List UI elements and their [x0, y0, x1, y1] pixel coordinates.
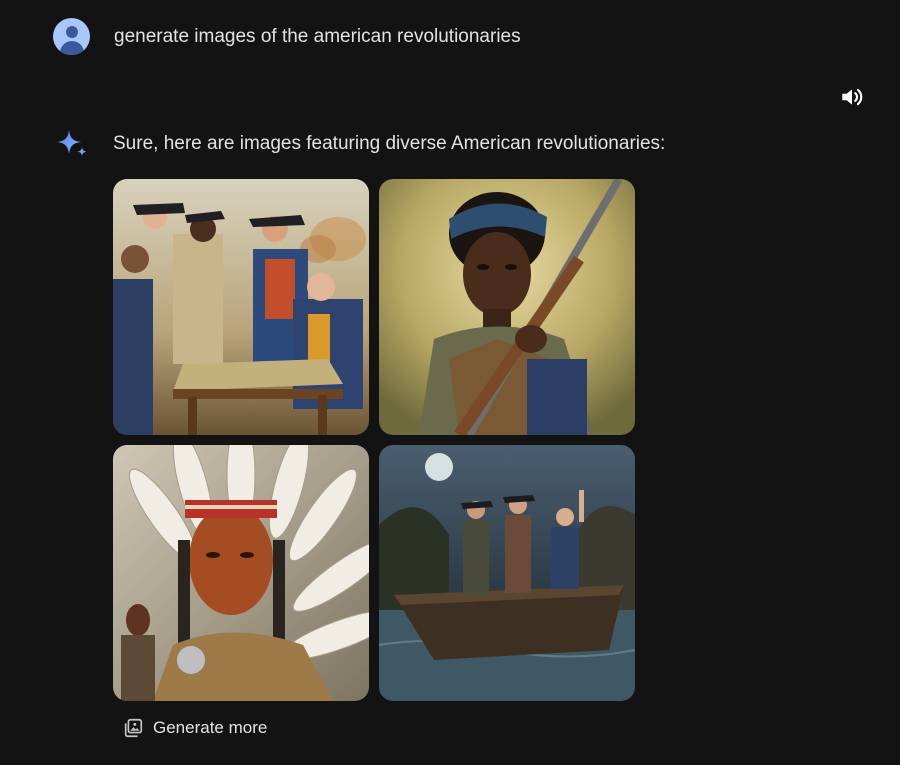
image-stack-icon: [124, 718, 143, 738]
generate-more-button[interactable]: Generate more: [122, 717, 267, 739]
user-message: generate images of the american revoluti…: [53, 18, 521, 55]
image-grid: [113, 179, 635, 701]
assistant-message: Sure, here are images featuring diverse …: [55, 128, 665, 160]
generated-image-1[interactable]: [113, 179, 369, 435]
user-prompt-text: generate images of the american revoluti…: [114, 25, 521, 47]
generated-image-3[interactable]: [113, 445, 369, 701]
sparkle-icon: [57, 130, 87, 156]
generated-image-2[interactable]: [379, 179, 635, 435]
generate-more-label: Generate more: [153, 718, 268, 737]
generated-image-4[interactable]: [379, 445, 635, 701]
speaker-icon[interactable]: [839, 84, 865, 110]
user-avatar-icon[interactable]: [53, 18, 90, 55]
assistant-reply-text: Sure, here are images featuring diverse …: [113, 133, 666, 154]
